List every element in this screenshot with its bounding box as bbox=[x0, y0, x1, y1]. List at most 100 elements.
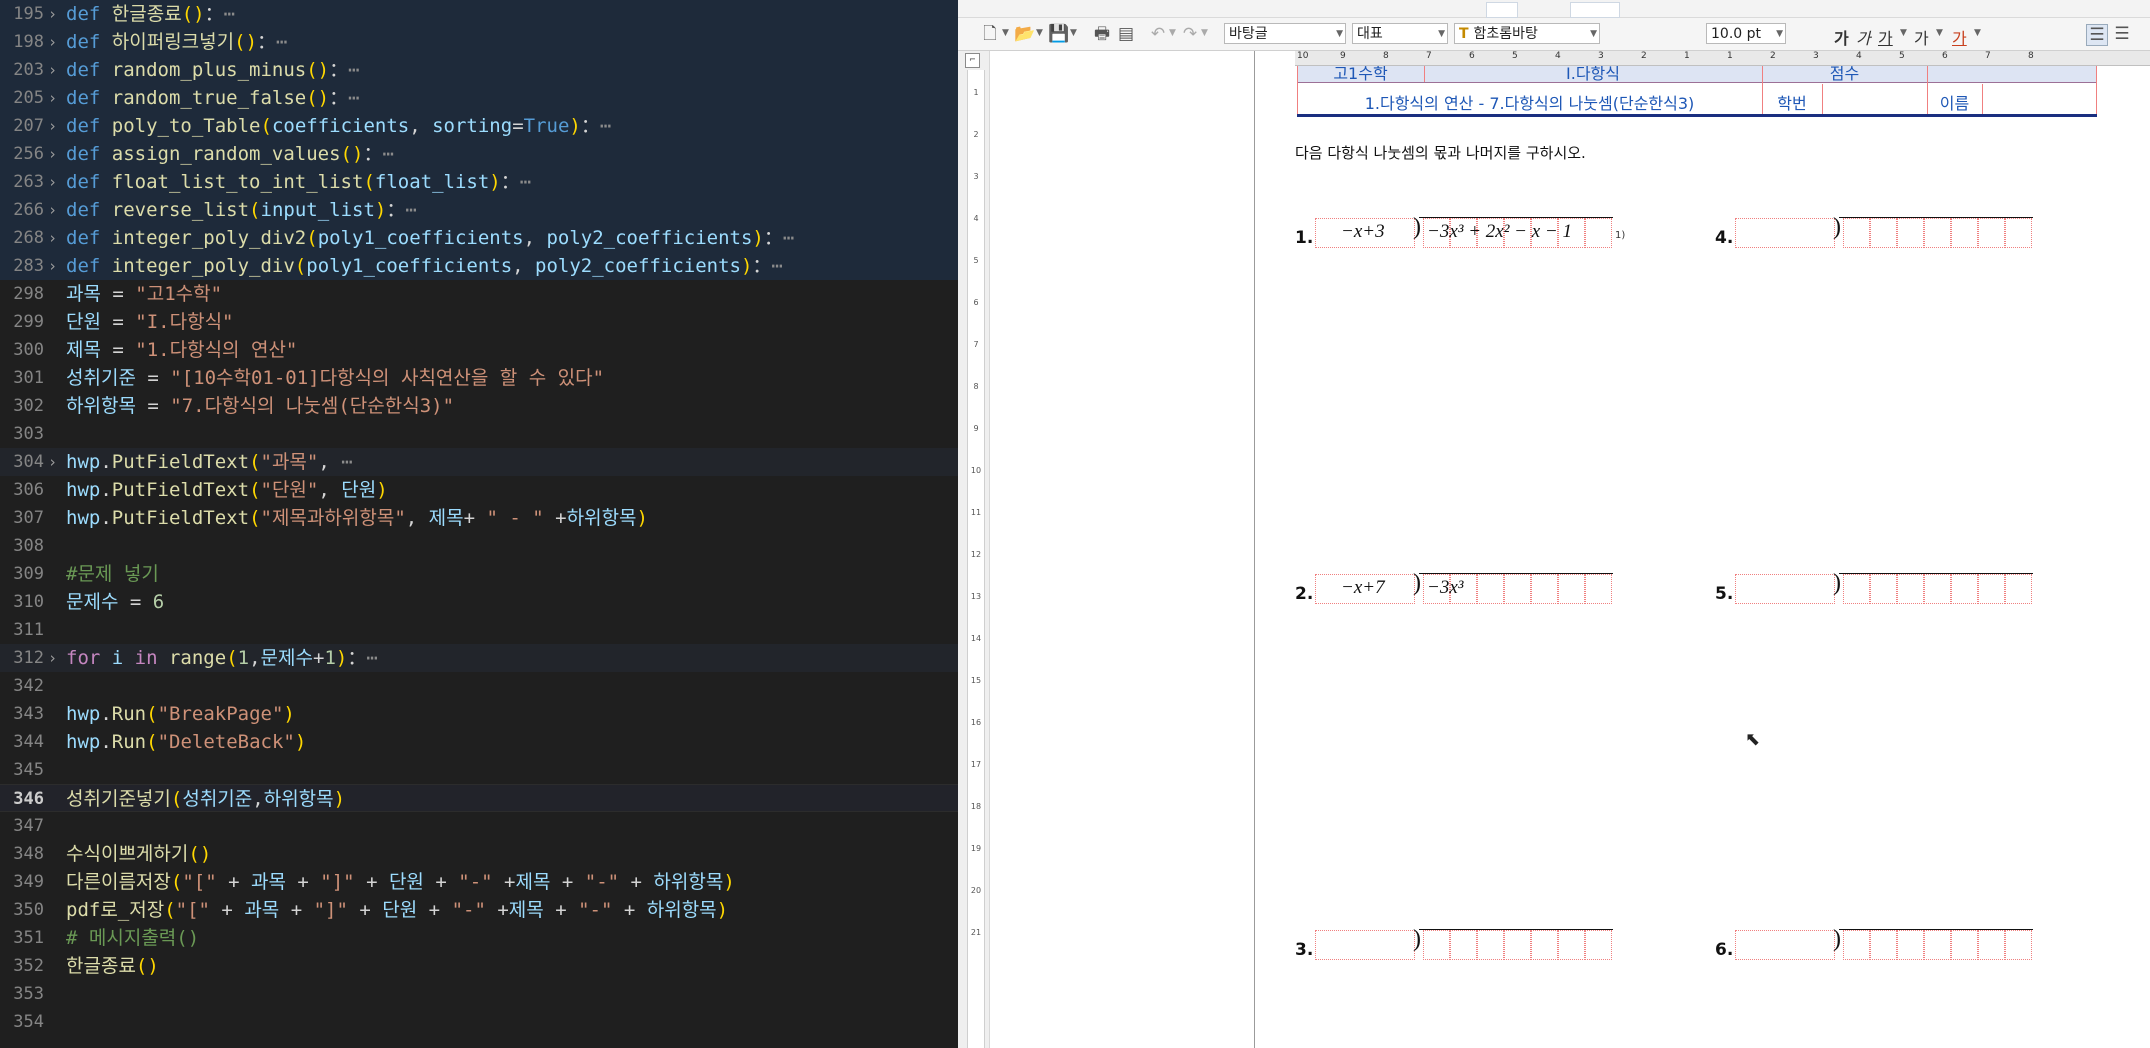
ruler-corner-icon[interactable]: ⌐ bbox=[965, 53, 980, 68]
code-text[interactable]: 하위항목 = "7.다항식의 나눗셈(단순한식3)" bbox=[66, 392, 454, 420]
dividend-cell[interactable] bbox=[1843, 930, 1870, 960]
code-line[interactable]: 256 › def assign_random_values()：⋯ bbox=[0, 140, 958, 168]
code-text[interactable]: 과목 = "고1수학" bbox=[66, 280, 222, 308]
dividend-cell[interactable] bbox=[1585, 218, 1612, 248]
chevron-down-icon[interactable]: ▼ bbox=[1201, 28, 1208, 38]
dividend-cell[interactable] bbox=[1924, 218, 1951, 248]
dividend-cell[interactable] bbox=[2005, 574, 2032, 604]
print-preview-icon[interactable]: ▤ bbox=[1116, 24, 1136, 44]
code-line[interactable]: 352 한글종료() bbox=[0, 952, 958, 980]
code-editor[interactable]: 195 › def 한글종료()：⋯ 198 › def 하이퍼링크넣기()：⋯ 203 › d… bbox=[0, 0, 958, 1048]
dividend-cell[interactable] bbox=[2005, 218, 2032, 248]
code-line[interactable]: 343 hwp.Run("BreakPage") bbox=[0, 700, 958, 728]
dividend-cell[interactable] bbox=[1870, 218, 1897, 248]
code-text[interactable]: def 한글종료()：⋯ bbox=[66, 0, 235, 28]
code-line[interactable]: 350 pdf로_저장("[" + 과목 + "]" + 단원 + "-" +제목… bbox=[0, 896, 958, 924]
chevron-down-icon[interactable]: ▼ bbox=[1002, 28, 1009, 38]
code-line[interactable]: 351 # 메시지출력() bbox=[0, 924, 958, 952]
divisor-box[interactable] bbox=[1735, 930, 1835, 960]
code-text[interactable]: def random_true_false()：⋯ bbox=[66, 84, 360, 112]
dividend-cell[interactable] bbox=[1897, 930, 1924, 960]
chevron-down-icon[interactable]: ▼ bbox=[1070, 28, 1077, 38]
align-justify-icon[interactable]: ☰ bbox=[2086, 24, 2108, 46]
code-line[interactable]: 195 › def 한글종료()：⋯ bbox=[0, 0, 958, 28]
divisor-box[interactable] bbox=[1735, 574, 1835, 604]
dividend-cell[interactable] bbox=[1477, 930, 1504, 960]
fold-chevron-icon[interactable]: › bbox=[48, 644, 57, 672]
code-line[interactable]: 207 › def poly_to_Table(coefficients, sort… bbox=[0, 112, 958, 140]
dividend-cell[interactable] bbox=[1450, 930, 1477, 960]
code-text[interactable]: def random_plus_minus()：⋯ bbox=[66, 56, 360, 84]
code-text[interactable]: hwp.PutFieldText("제목과하위항목", 제목+ " - " +하… bbox=[66, 504, 648, 532]
dividend-cell[interactable] bbox=[1843, 218, 1870, 248]
code-line[interactable]: 308 bbox=[0, 532, 958, 560]
code-line[interactable]: 348 수식이쁘게하기() bbox=[0, 840, 958, 868]
code-line[interactable]: 307 hwp.PutFieldText("제목과하위항목", 제목+ " - "… bbox=[0, 504, 958, 532]
font-combo[interactable]: T 함초롬바탕 ▼ bbox=[1454, 23, 1600, 44]
dividend-cell[interactable] bbox=[1951, 930, 1978, 960]
code-text[interactable]: 제목 = "1.다항식의 연산" bbox=[66, 336, 297, 364]
code-line[interactable]: 302 하위항목 = "7.다항식의 나눗셈(단순한식3)" bbox=[0, 392, 958, 420]
code-line[interactable]: 203 › def random_plus_minus()：⋯ bbox=[0, 56, 958, 84]
dividend-cell[interactable] bbox=[1978, 218, 2005, 248]
chevron-down-icon[interactable]: ▼ bbox=[1900, 28, 1907, 38]
dividend-cell[interactable] bbox=[1951, 574, 1978, 604]
fold-chevron-icon[interactable]: › bbox=[48, 28, 57, 56]
italic-button[interactable]: 가 bbox=[1856, 25, 1871, 49]
chevron-down-icon[interactable]: ▼ bbox=[1036, 28, 1043, 38]
dividend-cell[interactable] bbox=[1978, 574, 2005, 604]
divisor-box[interactable] bbox=[1735, 218, 1835, 248]
code-line[interactable]: 303 bbox=[0, 420, 958, 448]
code-line[interactable]: 298 과목 = "고1수학" bbox=[0, 280, 958, 308]
dividend-cell[interactable] bbox=[1870, 930, 1897, 960]
code-line[interactable]: 309 #문제 넣기 bbox=[0, 560, 958, 588]
code-line[interactable]: 300 제목 = "1.다항식의 연산" bbox=[0, 336, 958, 364]
code-text[interactable]: 단원 = "I.다항식" bbox=[66, 308, 234, 336]
code-line[interactable]: 354 bbox=[0, 1008, 958, 1036]
dividend-cell[interactable] bbox=[1924, 574, 1951, 604]
code-line[interactable]: 266 › def reverse_list(input_list)：⋯ bbox=[0, 196, 958, 224]
dividend-cell[interactable] bbox=[1504, 930, 1531, 960]
dividend-cell[interactable] bbox=[1843, 574, 1870, 604]
code-text[interactable]: # 메시지출력() bbox=[66, 924, 199, 952]
divisor-box[interactable] bbox=[1315, 930, 1415, 960]
dividend-cell[interactable] bbox=[1504, 574, 1531, 604]
language-combo[interactable]: 대표 ▼ bbox=[1352, 23, 1448, 44]
font-size-combo[interactable]: 10.0 pt ▼ bbox=[1706, 23, 1786, 44]
menu-tab[interactable] bbox=[1486, 2, 1518, 18]
dividend-cell[interactable] bbox=[1477, 574, 1504, 604]
dividend-cell[interactable] bbox=[1585, 574, 1612, 604]
code-text[interactable]: pdf로_저장("[" + 과목 + "]" + 단원 + "-" +제목 + … bbox=[66, 896, 728, 924]
dividend-cell[interactable] bbox=[1870, 574, 1897, 604]
redo-icon[interactable]: ↷ bbox=[1180, 24, 1200, 44]
code-line[interactable]: 344 hwp.Run("DeleteBack") bbox=[0, 728, 958, 756]
dividend-cell[interactable] bbox=[1585, 930, 1612, 960]
code-text[interactable]: def integer_poly_div(poly1_coefficients,… bbox=[66, 252, 783, 280]
code-line[interactable]: 263 › def float_list_to_int_list(float_lis… bbox=[0, 168, 958, 196]
code-line[interactable]: 304 › hwp.PutFieldText("과목", ⋯ bbox=[0, 448, 958, 476]
underline-button[interactable]: 가 bbox=[1878, 25, 1893, 49]
dividend-cell[interactable] bbox=[1978, 930, 2005, 960]
fold-chevron-icon[interactable]: › bbox=[48, 168, 57, 196]
code-text[interactable]: hwp.PutFieldText("과목", ⋯ bbox=[66, 448, 353, 476]
menu-tab[interactable] bbox=[1570, 2, 1620, 18]
bold-button[interactable]: 가 bbox=[1834, 25, 1849, 49]
strikethrough-button[interactable]: 가 bbox=[1914, 25, 1929, 49]
code-line[interactable]: 198 › def 하이퍼링크넣기()：⋯ bbox=[0, 28, 958, 56]
style-combo[interactable]: 바탕글 ▼ bbox=[1224, 23, 1346, 44]
code-line[interactable]: 301 성취기준 = "[10수학01-01]다항식의 사칙연산을 할 수 있다" bbox=[0, 364, 958, 392]
code-line[interactable]: 312 › for i in range(1,문제수+1)：⋯ bbox=[0, 644, 958, 672]
save-icon[interactable]: 💾 bbox=[1048, 24, 1069, 44]
code-line[interactable]: 310 문제수 = 6 bbox=[0, 588, 958, 616]
code-text[interactable]: 한글종료() bbox=[66, 952, 159, 980]
code-text[interactable]: def assign_random_values()：⋯ bbox=[66, 140, 394, 168]
fold-chevron-icon[interactable]: › bbox=[48, 84, 57, 112]
code-text[interactable]: 다른이름저장("[" + 과목 + "]" + 단원 + "-" +제목 + "… bbox=[66, 868, 735, 896]
code-line[interactable]: 205 › def random_true_false()：⋯ bbox=[0, 84, 958, 112]
code-text[interactable]: #문제 넣기 bbox=[66, 560, 159, 588]
dividend-cell[interactable] bbox=[1423, 930, 1450, 960]
dividend-cell[interactable] bbox=[1897, 574, 1924, 604]
dividend-cell[interactable] bbox=[1558, 930, 1585, 960]
document-page[interactable]: 고1수학 I.다항식 점수 1.다항식의 연산 - 7.다항식의 나눗셈(단순한… bbox=[1255, 66, 2150, 1048]
fold-chevron-icon[interactable]: › bbox=[48, 112, 57, 140]
